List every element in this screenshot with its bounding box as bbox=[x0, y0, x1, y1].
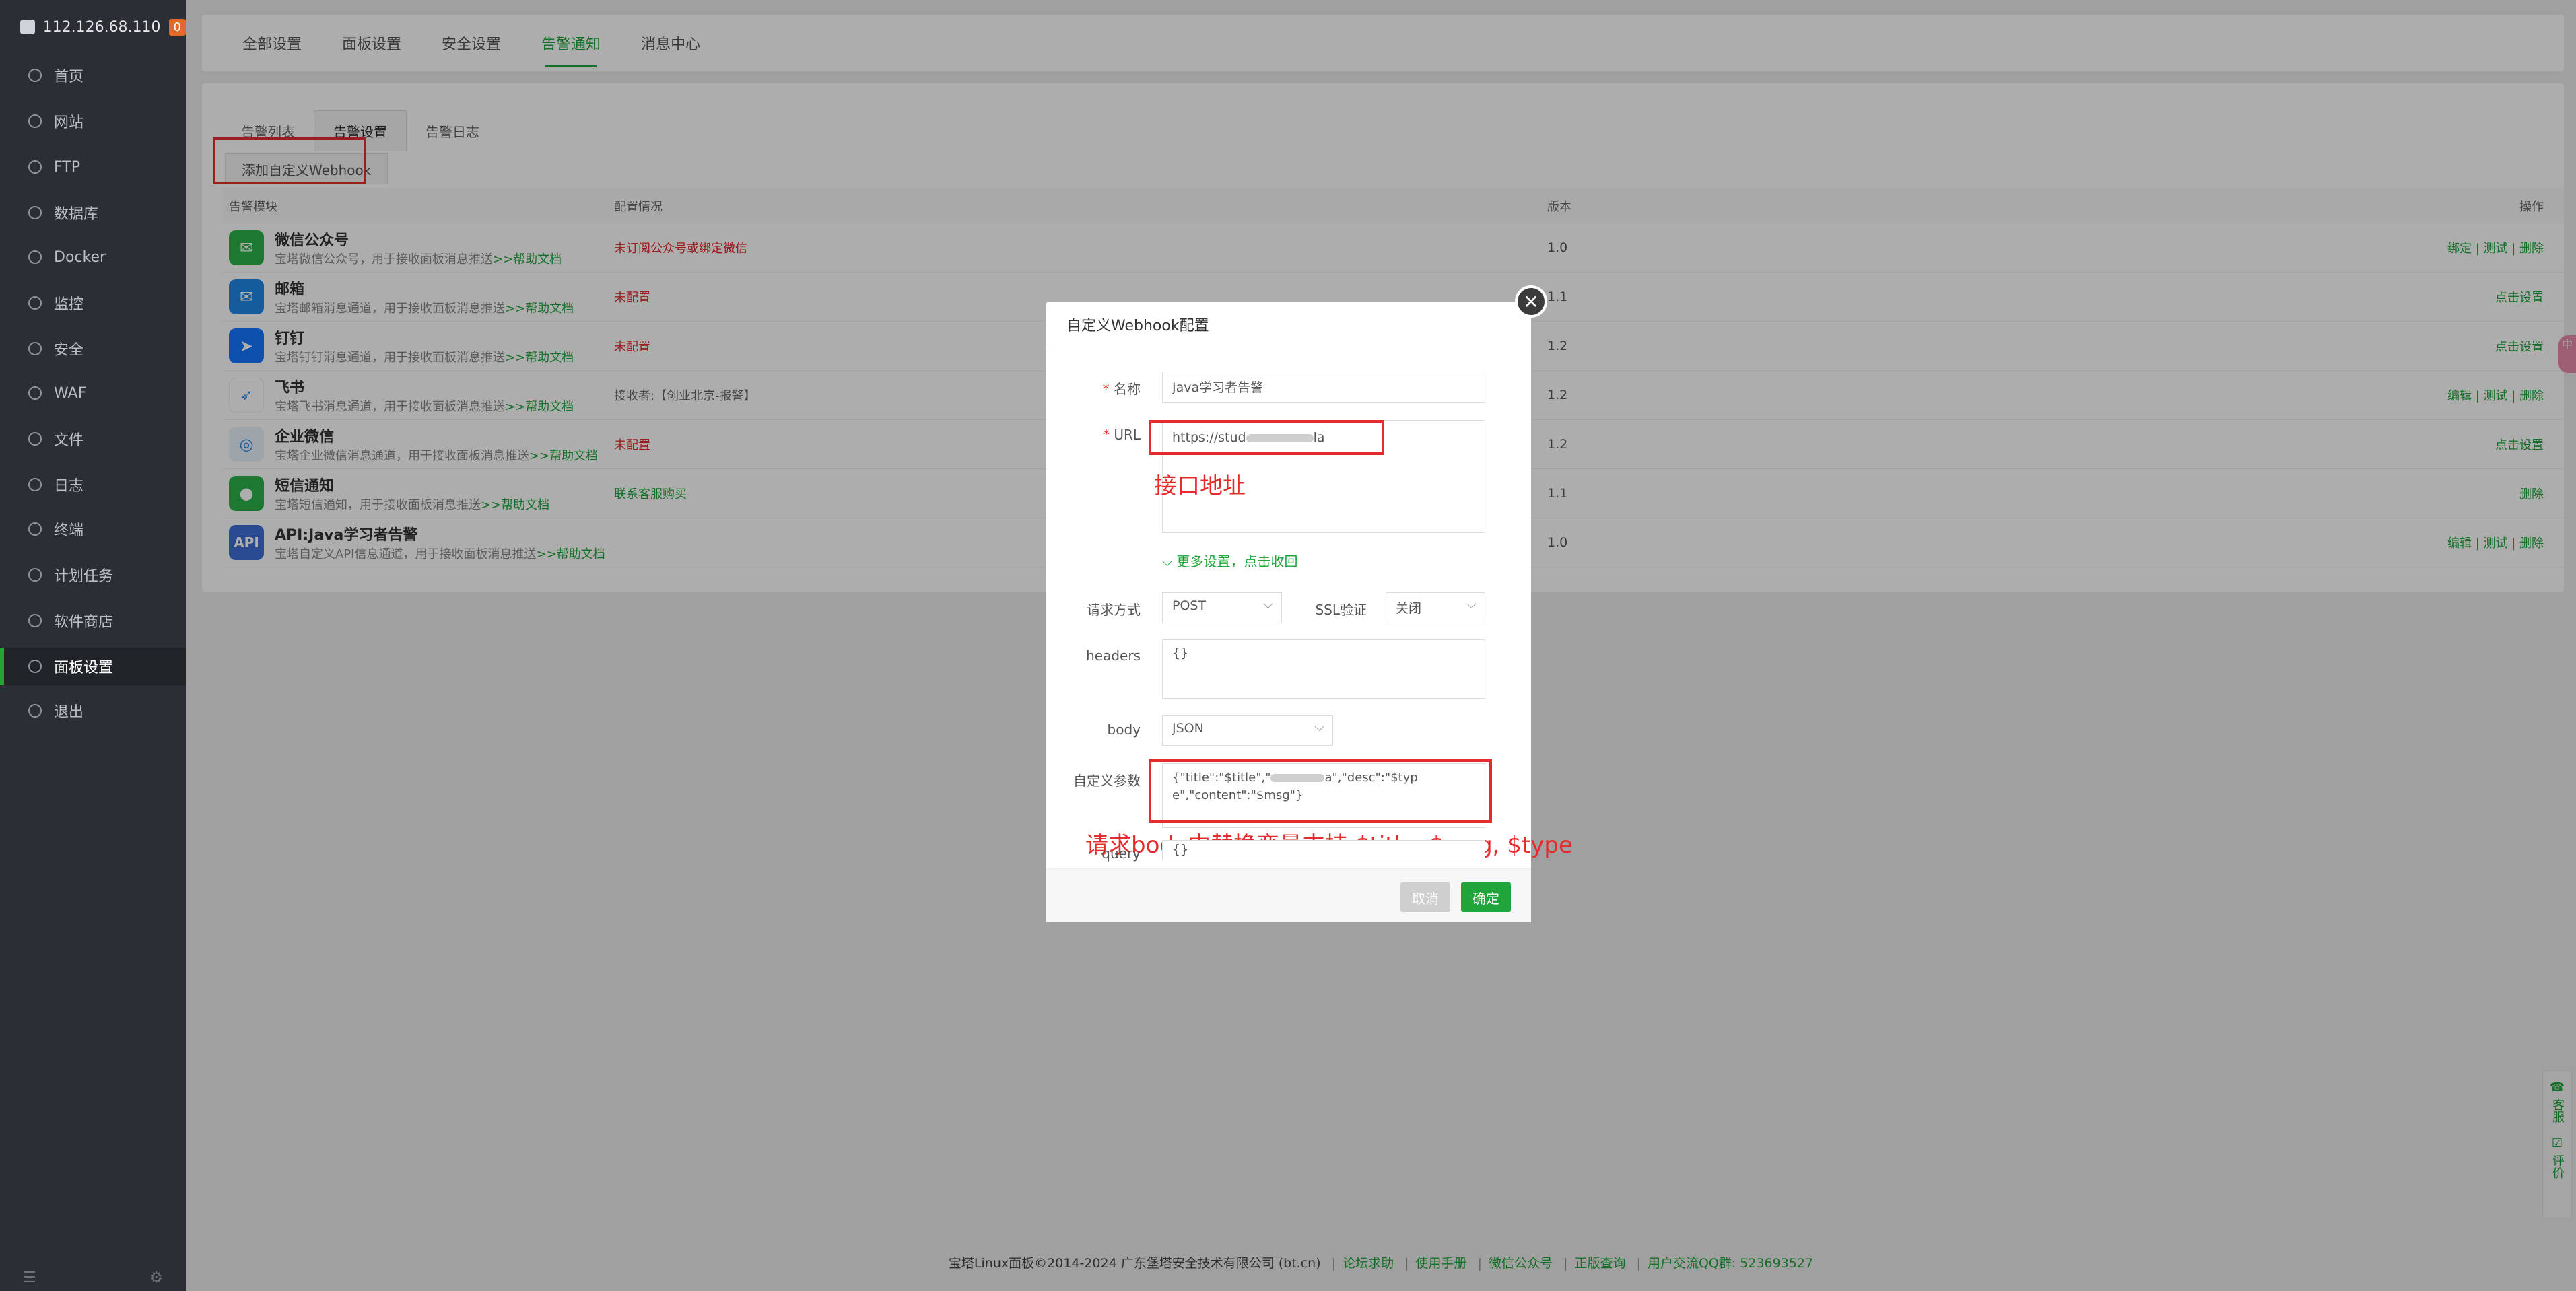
monitor-icon bbox=[28, 296, 42, 310]
ftp-icon bbox=[28, 160, 42, 174]
name-label: * 名称 bbox=[1102, 381, 1141, 397]
cancel-button[interactable]: 取消 bbox=[1400, 882, 1450, 912]
notification-badge[interactable]: 0 bbox=[168, 18, 186, 36]
close-icon[interactable]: ✕ bbox=[1515, 285, 1547, 318]
sidebar-item-logs[interactable]: 日志 bbox=[0, 466, 186, 503]
sidebar-item-docker[interactable]: Docker bbox=[0, 238, 186, 276]
collapse-menu-icon[interactable]: ☰ bbox=[23, 1269, 36, 1286]
folder-icon bbox=[28, 432, 42, 446]
sidebar-footer: ☰ ⚙ bbox=[0, 1264, 186, 1291]
name-input[interactable]: Java学习者告警 bbox=[1162, 372, 1485, 403]
sidebar-item-website[interactable]: 网站 bbox=[0, 102, 186, 140]
calendar-icon bbox=[28, 568, 42, 582]
confirm-button[interactable]: 确定 bbox=[1461, 882, 1511, 912]
sidebar-item-database[interactable]: 数据库 bbox=[0, 194, 186, 232]
gear-icon bbox=[28, 660, 42, 673]
sidebar-item-panel-settings[interactable]: 面板设置 bbox=[0, 648, 186, 685]
sidebar: 112.126.68.110 0 首页 网站 FTP 数据库 Docker 监控… bbox=[0, 0, 186, 1291]
query-textarea[interactable]: {} bbox=[1162, 840, 1485, 860]
body-select[interactable]: JSON bbox=[1162, 715, 1333, 746]
params-label: 自定义参数 bbox=[1073, 773, 1141, 789]
highlight-box-params bbox=[1149, 759, 1492, 823]
settings-icon[interactable]: ⚙ bbox=[149, 1269, 163, 1286]
method-label: 请求方式 bbox=[1087, 602, 1141, 618]
chevron-down-icon: ⌵ bbox=[1162, 553, 1177, 569]
sidebar-item-monitor[interactable]: 监控 bbox=[0, 284, 186, 322]
terminal-icon bbox=[28, 522, 42, 536]
more-settings-toggle[interactable]: ⌵ 更多设置，点击收回 bbox=[1162, 551, 1298, 570]
webhook-config-modal: 自定义Webhook配置 * 名称 Java学习者告警 * URL https:… bbox=[1046, 302, 1573, 922]
ssl-label: SSL验证 bbox=[1315, 602, 1367, 618]
highlight-box-url bbox=[1149, 420, 1384, 455]
globe-icon bbox=[28, 114, 42, 128]
logout-icon bbox=[28, 704, 42, 718]
server-ip: 112.126.68.110 bbox=[42, 18, 161, 36]
sidebar-item-security[interactable]: 安全 bbox=[0, 330, 186, 368]
sidebar-item-ftp[interactable]: FTP bbox=[0, 148, 186, 186]
sidebar-item-home[interactable]: 首页 bbox=[0, 57, 186, 94]
log-icon bbox=[28, 478, 42, 491]
server-header: 112.126.68.110 0 bbox=[0, 0, 186, 54]
query-label: query bbox=[1101, 845, 1141, 862]
sidebar-item-logout[interactable]: 退出 bbox=[0, 692, 186, 730]
modal-title: 自定义Webhook配置 bbox=[1066, 318, 1209, 335]
url-annotation: 接口地址 bbox=[1154, 473, 1246, 499]
url-label: * URL bbox=[1102, 427, 1141, 443]
sidebar-item-terminal[interactable]: 终端 bbox=[0, 510, 186, 548]
store-icon bbox=[28, 614, 42, 627]
sidebar-item-cron[interactable]: 计划任务 bbox=[0, 556, 186, 594]
sidebar-item-files[interactable]: 文件 bbox=[0, 420, 186, 458]
waf-icon bbox=[28, 386, 42, 400]
modal-footer: 取消 确定 bbox=[1046, 868, 1531, 922]
sidebar-item-waf[interactable]: WAF bbox=[0, 374, 186, 412]
database-icon bbox=[28, 206, 42, 219]
server-logo-icon bbox=[20, 20, 35, 34]
headers-textarea[interactable]: {} bbox=[1162, 639, 1485, 699]
docker-icon bbox=[28, 250, 42, 264]
home-icon bbox=[28, 69, 42, 82]
body-label: body bbox=[1107, 722, 1141, 738]
shield-icon bbox=[28, 342, 42, 355]
method-select[interactable]: POST bbox=[1162, 592, 1282, 623]
sidebar-item-store[interactable]: 软件商店 bbox=[0, 602, 186, 639]
headers-label: headers bbox=[1086, 648, 1141, 664]
ssl-select[interactable]: 关闭 bbox=[1386, 592, 1485, 623]
